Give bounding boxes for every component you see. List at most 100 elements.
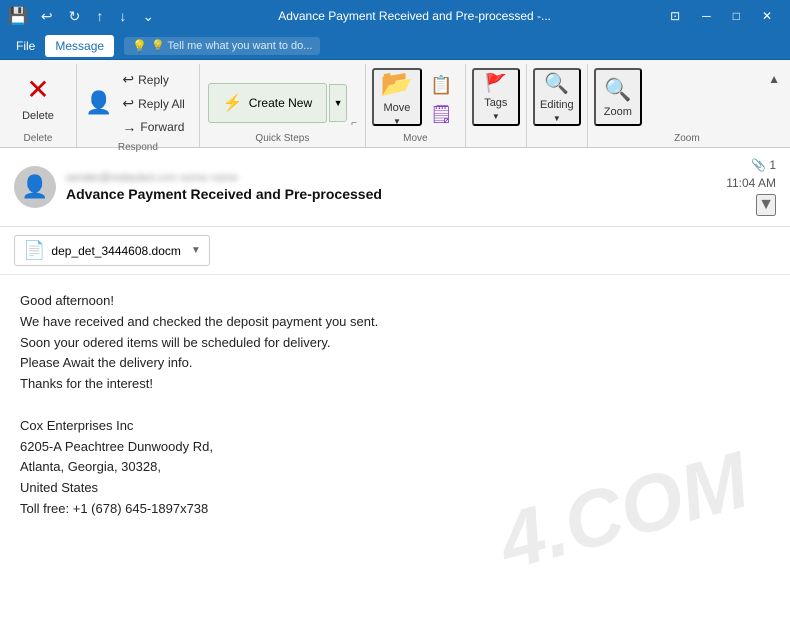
address2: Atlanta, Georgia, 30328,: [20, 457, 770, 478]
editing-content: 🔍 Editing ▼: [533, 64, 581, 142]
attachment-badge: 📎 1: [751, 158, 776, 172]
delete-button[interactable]: ✕ Delete: [10, 68, 66, 126]
ribbon-group-move: 📂 Move ▼ 📋 🗒 Move: [366, 64, 466, 147]
menu-file[interactable]: File: [6, 35, 45, 57]
create-new-label: Create New: [249, 96, 312, 110]
ribbon-group-tags: 🚩 Tags ▼: [466, 64, 527, 147]
undo-button[interactable]: ↩: [36, 6, 58, 27]
tags-content: 🚩 Tags ▼: [472, 64, 520, 142]
quicksteps-row: ⚡ Create New ▼: [208, 83, 347, 123]
ribbon-group-editing: 🔍 Editing ▼: [527, 64, 588, 147]
attachment-count: 1: [769, 158, 776, 172]
reply-icon: ↩: [122, 71, 134, 88]
reply-all-button[interactable]: ↩ Reply All: [116, 92, 190, 115]
editing-group-label: [533, 142, 581, 147]
email-header: 👤 sender@redacted.com some name Advance …: [0, 148, 790, 227]
address1: 6205-A Peachtree Dunwoody Rd,: [20, 437, 770, 458]
editing-label: Editing: [540, 99, 574, 111]
window-title: Advance Payment Received and Pre-process…: [169, 9, 660, 23]
menu-bar: File Message 💡 💡 Tell me what you want t…: [0, 32, 790, 60]
zoom-icon: 🔍: [604, 77, 631, 103]
save-icon[interactable]: 💾: [8, 6, 28, 26]
ribbon-group-respond: 👤 ↩ Reply ↩ Reply All → Forward: [77, 64, 200, 147]
company-name: Cox Enterprises Inc: [20, 416, 770, 437]
respond-group-content: 👤 ↩ Reply ↩ Reply All → Forward: [85, 64, 191, 140]
quicksteps-content: ⚡ Create New ▼ ⌐: [208, 64, 357, 131]
expand-button[interactable]: ▼: [756, 194, 776, 216]
attachment-filename: dep_det_3444608.docm: [51, 244, 180, 258]
create-new-button[interactable]: ⚡ Create New: [208, 83, 327, 123]
minimize-button[interactable]: ─: [692, 5, 721, 27]
title-bar: 💾 ↩ ↻ ↑ ↓ ⌄ Advance Payment Received and…: [0, 0, 790, 32]
ribbon-group-zoom: 🔍 Zoom ▲ Zoom: [588, 64, 786, 147]
reply-all-icon: ↩: [122, 95, 134, 112]
move-button[interactable]: 📂 Move ▼: [372, 68, 422, 126]
email-right: 📎 1 11:04 AM ▼: [726, 158, 776, 216]
zoom-button[interactable]: 🔍 Zoom: [594, 68, 642, 126]
reply-button[interactable]: ↩ Reply: [116, 68, 190, 91]
zoom-group-label: Zoom: [594, 131, 780, 147]
move-group-content: 📂 Move ▼ 📋 🗒: [372, 64, 459, 131]
zoom-label: Zoom: [604, 106, 632, 118]
menu-message[interactable]: Message: [45, 35, 114, 57]
close-button[interactable]: ✕: [752, 5, 782, 27]
editing-arrow-icon: ▼: [553, 114, 561, 123]
tags-arrow-icon: ▼: [492, 112, 500, 121]
tags-group-label: [472, 142, 520, 147]
email-area: 👤 sender@redacted.com some name Advance …: [0, 148, 790, 624]
move-arrow-icon: ▼: [393, 117, 401, 126]
onenote-button[interactable]: 🗒: [424, 101, 459, 128]
flag-icon: 🚩: [485, 73, 507, 94]
email-time: 11:04 AM: [726, 176, 776, 190]
address3: United States: [20, 478, 770, 499]
quicksteps-dropdown[interactable]: ▼: [329, 84, 347, 122]
attachment-item[interactable]: 📄 dep_det_3444608.docm ▼: [14, 235, 210, 266]
ribbon-collapse-button[interactable]: ▲: [768, 72, 780, 86]
reply-all-label: Reply All: [138, 97, 185, 111]
reply-label: Reply: [138, 73, 169, 87]
attachment-dropdown-icon: ▼: [191, 245, 201, 256]
dropdown-arrow-icon: ▼: [334, 98, 343, 108]
onenote-icon: 🗒: [430, 104, 453, 125]
delete-group-content: ✕ Delete: [10, 64, 66, 131]
forward-button[interactable]: → Forward: [116, 116, 190, 138]
body-line2: Soon your odered items will be scheduled…: [20, 333, 770, 354]
tags-button[interactable]: 🚩 Tags ▼: [472, 68, 520, 126]
restore-button[interactable]: □: [723, 5, 750, 27]
create-new-icon: ⚡: [223, 93, 243, 113]
body-content: Good afternoon! We have received and che…: [20, 291, 770, 520]
paperclip-icon: 📎: [751, 158, 766, 172]
delete-group-label: Delete: [10, 131, 66, 147]
forward-label: Forward: [140, 120, 184, 134]
ribbon-group-delete: ✕ Delete Delete: [4, 64, 77, 147]
tell-me-box[interactable]: 💡 💡 Tell me what you want to do...: [124, 37, 320, 55]
tell-me-text: 💡 Tell me what you want to do...: [151, 39, 312, 52]
quicksteps-corner[interactable]: ⌐: [351, 118, 357, 129]
sender-avatar: 👤: [14, 166, 56, 208]
search-icon: 🔍: [544, 71, 569, 96]
move-group-label: Move: [372, 131, 459, 147]
move-label: Move: [384, 102, 411, 114]
body-line3: Please Await the delivery info.: [20, 353, 770, 374]
docm-icon: 📄: [23, 240, 45, 261]
tags-label: Tags: [484, 97, 507, 109]
editing-button[interactable]: 🔍 Editing ▼: [533, 68, 581, 126]
forward-icon: →: [122, 119, 136, 135]
delete-icon: ✕: [26, 73, 49, 106]
email-from: sender@redacted.com some name: [66, 172, 716, 184]
redo-button[interactable]: ↻: [64, 6, 86, 27]
rules-button[interactable]: 📋: [424, 72, 459, 99]
respond-group-label: Respond: [85, 140, 191, 156]
email-subject: Advance Payment Received and Pre-process…: [66, 186, 716, 202]
content-area: 👤 sender@redacted.com some name Advance …: [0, 148, 790, 624]
ribbon: ✕ Delete Delete 👤 ↩ Reply: [0, 60, 790, 148]
reply-stack: ↩ Reply ↩ Reply All → Forward: [116, 68, 190, 138]
up-button[interactable]: ↑: [91, 6, 108, 27]
ribbon-group-quicksteps: ⚡ Create New ▼ ⌐ Quick Steps: [200, 64, 366, 147]
avatar-icon: 👤: [21, 174, 48, 200]
window-icon-button[interactable]: ⊡: [660, 5, 690, 27]
down-button[interactable]: ↓: [114, 6, 131, 27]
zoom-content: 🔍 Zoom ▲: [594, 64, 780, 131]
more-button[interactable]: ⌄: [137, 6, 159, 27]
body-line1: We have received and checked the deposit…: [20, 312, 770, 333]
